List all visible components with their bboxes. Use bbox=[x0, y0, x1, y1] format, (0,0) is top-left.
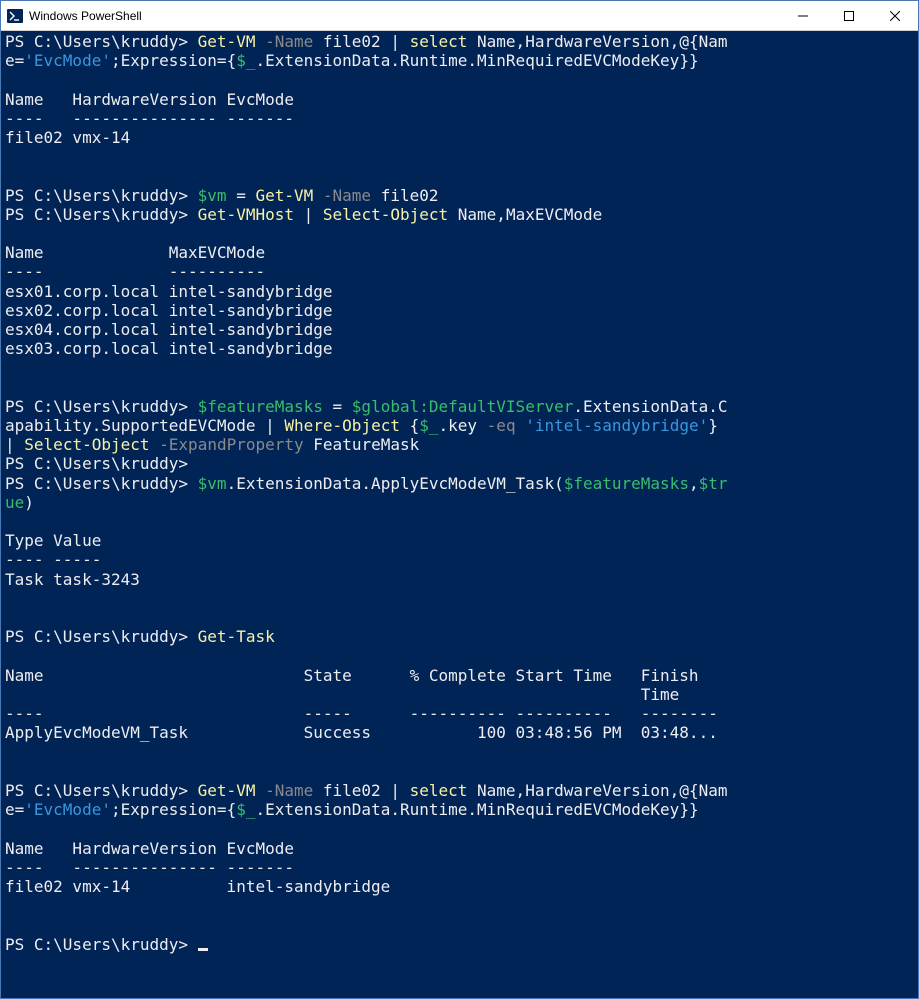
cmdlet: Get-VM bbox=[198, 32, 256, 51]
table-row: esx04.corp.local intel-sandybridge bbox=[5, 320, 333, 339]
param: -Name bbox=[313, 186, 371, 205]
table-row: esx03.corp.local intel-sandybridge bbox=[5, 339, 333, 358]
table-header: Time bbox=[5, 685, 679, 704]
prompt: PS C:\Users\kruddy> bbox=[5, 32, 198, 51]
param: -Name bbox=[255, 32, 313, 51]
window-title: Windows PowerShell bbox=[29, 9, 780, 23]
powershell-console[interactable]: PS C:\Users\kruddy> Get-VM -Name file02 … bbox=[1, 31, 918, 998]
string-literal: 'intel-sandybridge' bbox=[525, 416, 708, 435]
table-header: Name MaxEVCMode bbox=[5, 243, 265, 262]
variable: $_ bbox=[236, 800, 255, 819]
cmdlet: Get-Task bbox=[198, 627, 275, 646]
window-titlebar: Windows PowerShell bbox=[1, 1, 918, 31]
variable: $_ bbox=[419, 416, 438, 435]
variable: $vm bbox=[198, 186, 227, 205]
variable: $global:DefaultVIServer bbox=[352, 397, 574, 416]
prompt: PS C:\Users\kruddy> bbox=[5, 474, 198, 493]
table-row: esx01.corp.local intel-sandybridge bbox=[5, 282, 333, 301]
prompt: PS C:\Users\kruddy> bbox=[5, 186, 198, 205]
param: -eq bbox=[487, 416, 516, 435]
prompt: PS C:\Users\kruddy> bbox=[5, 454, 188, 473]
string-literal: 'EvcMode' bbox=[24, 800, 111, 819]
table-header: Name State % Complete Start Time Finish bbox=[5, 666, 699, 685]
table-separator: ---- --------------- ------- bbox=[5, 858, 294, 877]
close-button[interactable] bbox=[872, 1, 918, 31]
cmdlet: Select-Object bbox=[323, 205, 448, 224]
maximize-button[interactable] bbox=[826, 1, 872, 31]
cmdlet: select bbox=[410, 32, 468, 51]
prompt: PS C:\Users\kruddy> bbox=[5, 205, 198, 224]
minimize-button[interactable] bbox=[780, 1, 826, 31]
table-row: file02 vmx-14 bbox=[5, 128, 130, 147]
console-output: PS C:\Users\kruddy> Get-VM -Name file02 … bbox=[5, 32, 916, 954]
cmdlet: Get-VM bbox=[198, 781, 256, 800]
prompt: PS C:\Users\kruddy> bbox=[5, 397, 198, 416]
cmdlet: Get-VMHost bbox=[198, 205, 294, 224]
powershell-icon bbox=[7, 8, 23, 24]
table-separator: ---- ----- ---------- ---------- -------… bbox=[5, 704, 718, 723]
cursor bbox=[198, 948, 208, 951]
variable: $vm bbox=[198, 474, 227, 493]
cmdlet: Where-Object bbox=[284, 416, 400, 435]
cmdlet: Get-VM bbox=[255, 186, 313, 205]
table-row: esx02.corp.local intel-sandybridge bbox=[5, 301, 333, 320]
prompt: PS C:\Users\kruddy> bbox=[5, 781, 198, 800]
table-header: Name HardwareVersion EvcMode bbox=[5, 90, 294, 109]
variable: $featureMasks bbox=[198, 397, 323, 416]
param: -ExpandProperty bbox=[159, 435, 304, 454]
table-separator: ---- ----- bbox=[5, 550, 101, 569]
variable: $tr bbox=[699, 474, 728, 493]
cmdlet: select bbox=[410, 781, 468, 800]
prompt: PS C:\Users\kruddy> bbox=[5, 935, 198, 954]
table-row: file02 vmx-14 intel-sandybridge bbox=[5, 877, 390, 896]
cmdlet: Select-Object bbox=[24, 435, 149, 454]
prompt: PS C:\Users\kruddy> bbox=[5, 627, 198, 646]
table-row: Task task-3243 bbox=[5, 570, 140, 589]
table-header: Type Value bbox=[5, 531, 101, 550]
param: -Name bbox=[255, 781, 313, 800]
table-row: ApplyEvcModeVM_Task Success 100 03:48:56… bbox=[5, 723, 718, 742]
variable: $_ bbox=[236, 51, 255, 70]
table-separator: ---- ---------- bbox=[5, 262, 265, 281]
table-header: Name HardwareVersion EvcMode bbox=[5, 839, 294, 858]
variable: $featureMasks bbox=[564, 474, 689, 493]
string-literal: 'EvcMode' bbox=[24, 51, 111, 70]
table-separator: ---- --------------- ------- bbox=[5, 109, 294, 128]
